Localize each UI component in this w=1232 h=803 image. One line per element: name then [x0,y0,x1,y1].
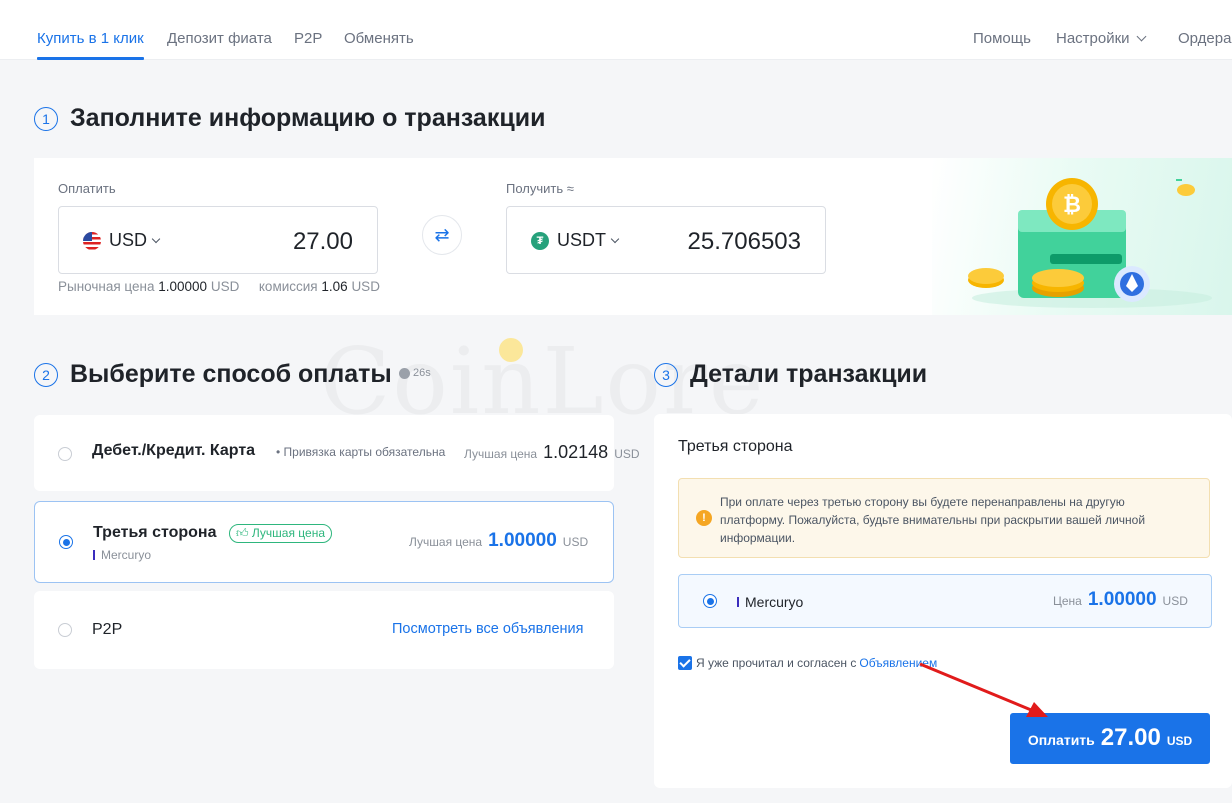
annotation-arrow-icon [919,662,1048,717]
